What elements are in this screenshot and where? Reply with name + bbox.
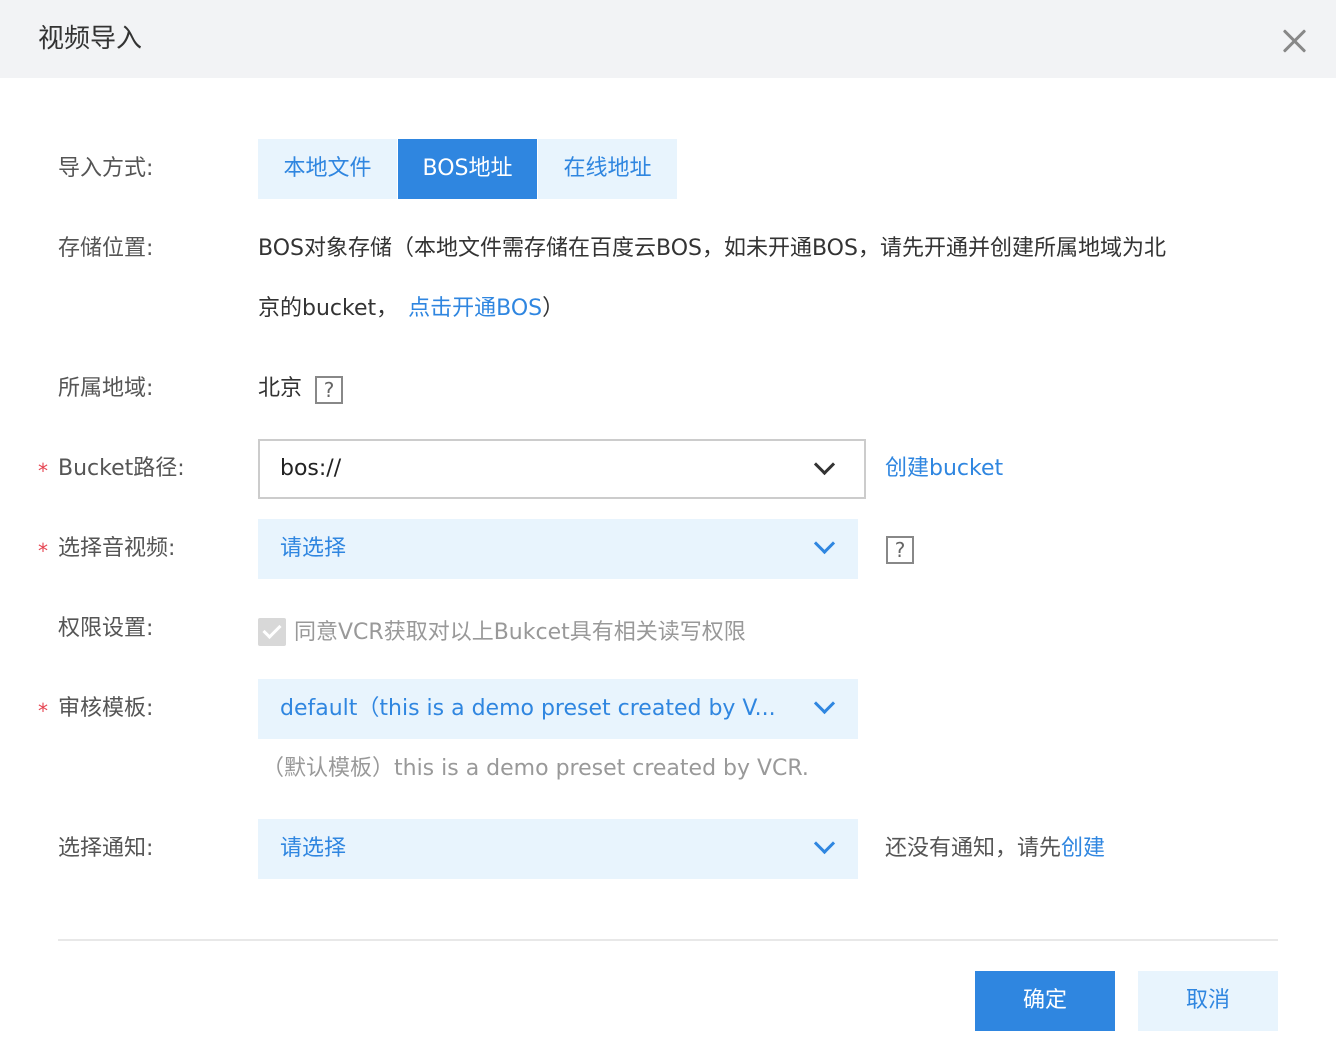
- confirm-button[interactable]: 确定: [975, 971, 1115, 1031]
- create-bucket-link[interactable]: 创建bucket: [885, 453, 1003, 485]
- import-mode-label: 导入方式:: [58, 156, 154, 181]
- media-select-value: 请选择: [280, 536, 347, 561]
- notify-hint: 还没有通知，请先创建: [885, 833, 1105, 865]
- tab-online-address[interactable]: 在线地址: [538, 139, 677, 199]
- cancel-button[interactable]: 取消: [1138, 971, 1278, 1031]
- required-marker: *: [38, 539, 48, 563]
- permission-label: 权限设置:: [58, 616, 154, 641]
- help-icon[interactable]: ?: [315, 376, 343, 404]
- storage-label: 存储位置:: [58, 236, 154, 261]
- notify-label: 选择通知:: [58, 836, 154, 861]
- region-value: 北京: [258, 376, 303, 401]
- required-marker: *: [38, 459, 48, 483]
- open-bos-link[interactable]: 点击开通BOS: [408, 296, 542, 321]
- chevron-down-icon: [813, 832, 836, 855]
- help-icon[interactable]: ?: [886, 536, 914, 564]
- region-label: 所属地域:: [58, 376, 154, 401]
- storage-text-end: ）: [542, 296, 565, 321]
- chevron-down-icon: [813, 692, 836, 715]
- create-notification-link[interactable]: 创建: [1061, 836, 1105, 861]
- bucket-label: Bucket路径:: [58, 456, 185, 481]
- dialog-header: 视频导入: [0, 0, 1336, 78]
- bucket-path-select[interactable]: bos://: [258, 439, 866, 499]
- notify-select[interactable]: 请选择: [258, 819, 858, 879]
- storage-description: BOS对象存储（本地文件需存储在百度云BOS，如未开通BOS，请先开通并创建所属…: [258, 236, 1166, 261]
- notify-select-value: 请选择: [280, 836, 347, 861]
- required-marker: *: [38, 699, 48, 723]
- permission-checkbox-label: 同意VCR获取对以上Bukcet具有相关读写权限: [294, 620, 746, 645]
- dialog-title: 视频导入: [38, 24, 143, 54]
- footer-divider: [58, 939, 1278, 941]
- media-label: 选择音视频:: [58, 536, 176, 561]
- storage-text: 京的bucket，: [258, 296, 399, 321]
- close-icon[interactable]: [1280, 27, 1308, 55]
- tab-local-file[interactable]: 本地文件: [258, 139, 397, 199]
- template-hint: （默认模板）this is a demo preset created by V…: [262, 756, 809, 781]
- chevron-down-icon: [813, 532, 836, 555]
- tab-bos-address[interactable]: BOS地址: [398, 139, 537, 199]
- bucket-path-value: bos://: [280, 456, 342, 481]
- chevron-down-icon: [813, 453, 836, 476]
- template-label: 审核模板:: [58, 696, 154, 721]
- storage-description-line2: 京的bucket， 点击开通BOS）: [258, 293, 564, 325]
- template-select-value: default（this is a demo preset created by…: [280, 696, 776, 721]
- permission-checkbox[interactable]: [258, 618, 286, 646]
- notify-hint-text: 还没有通知，请先: [885, 836, 1062, 861]
- template-select[interactable]: default（this is a demo preset created by…: [258, 679, 858, 739]
- media-select[interactable]: 请选择: [258, 519, 858, 579]
